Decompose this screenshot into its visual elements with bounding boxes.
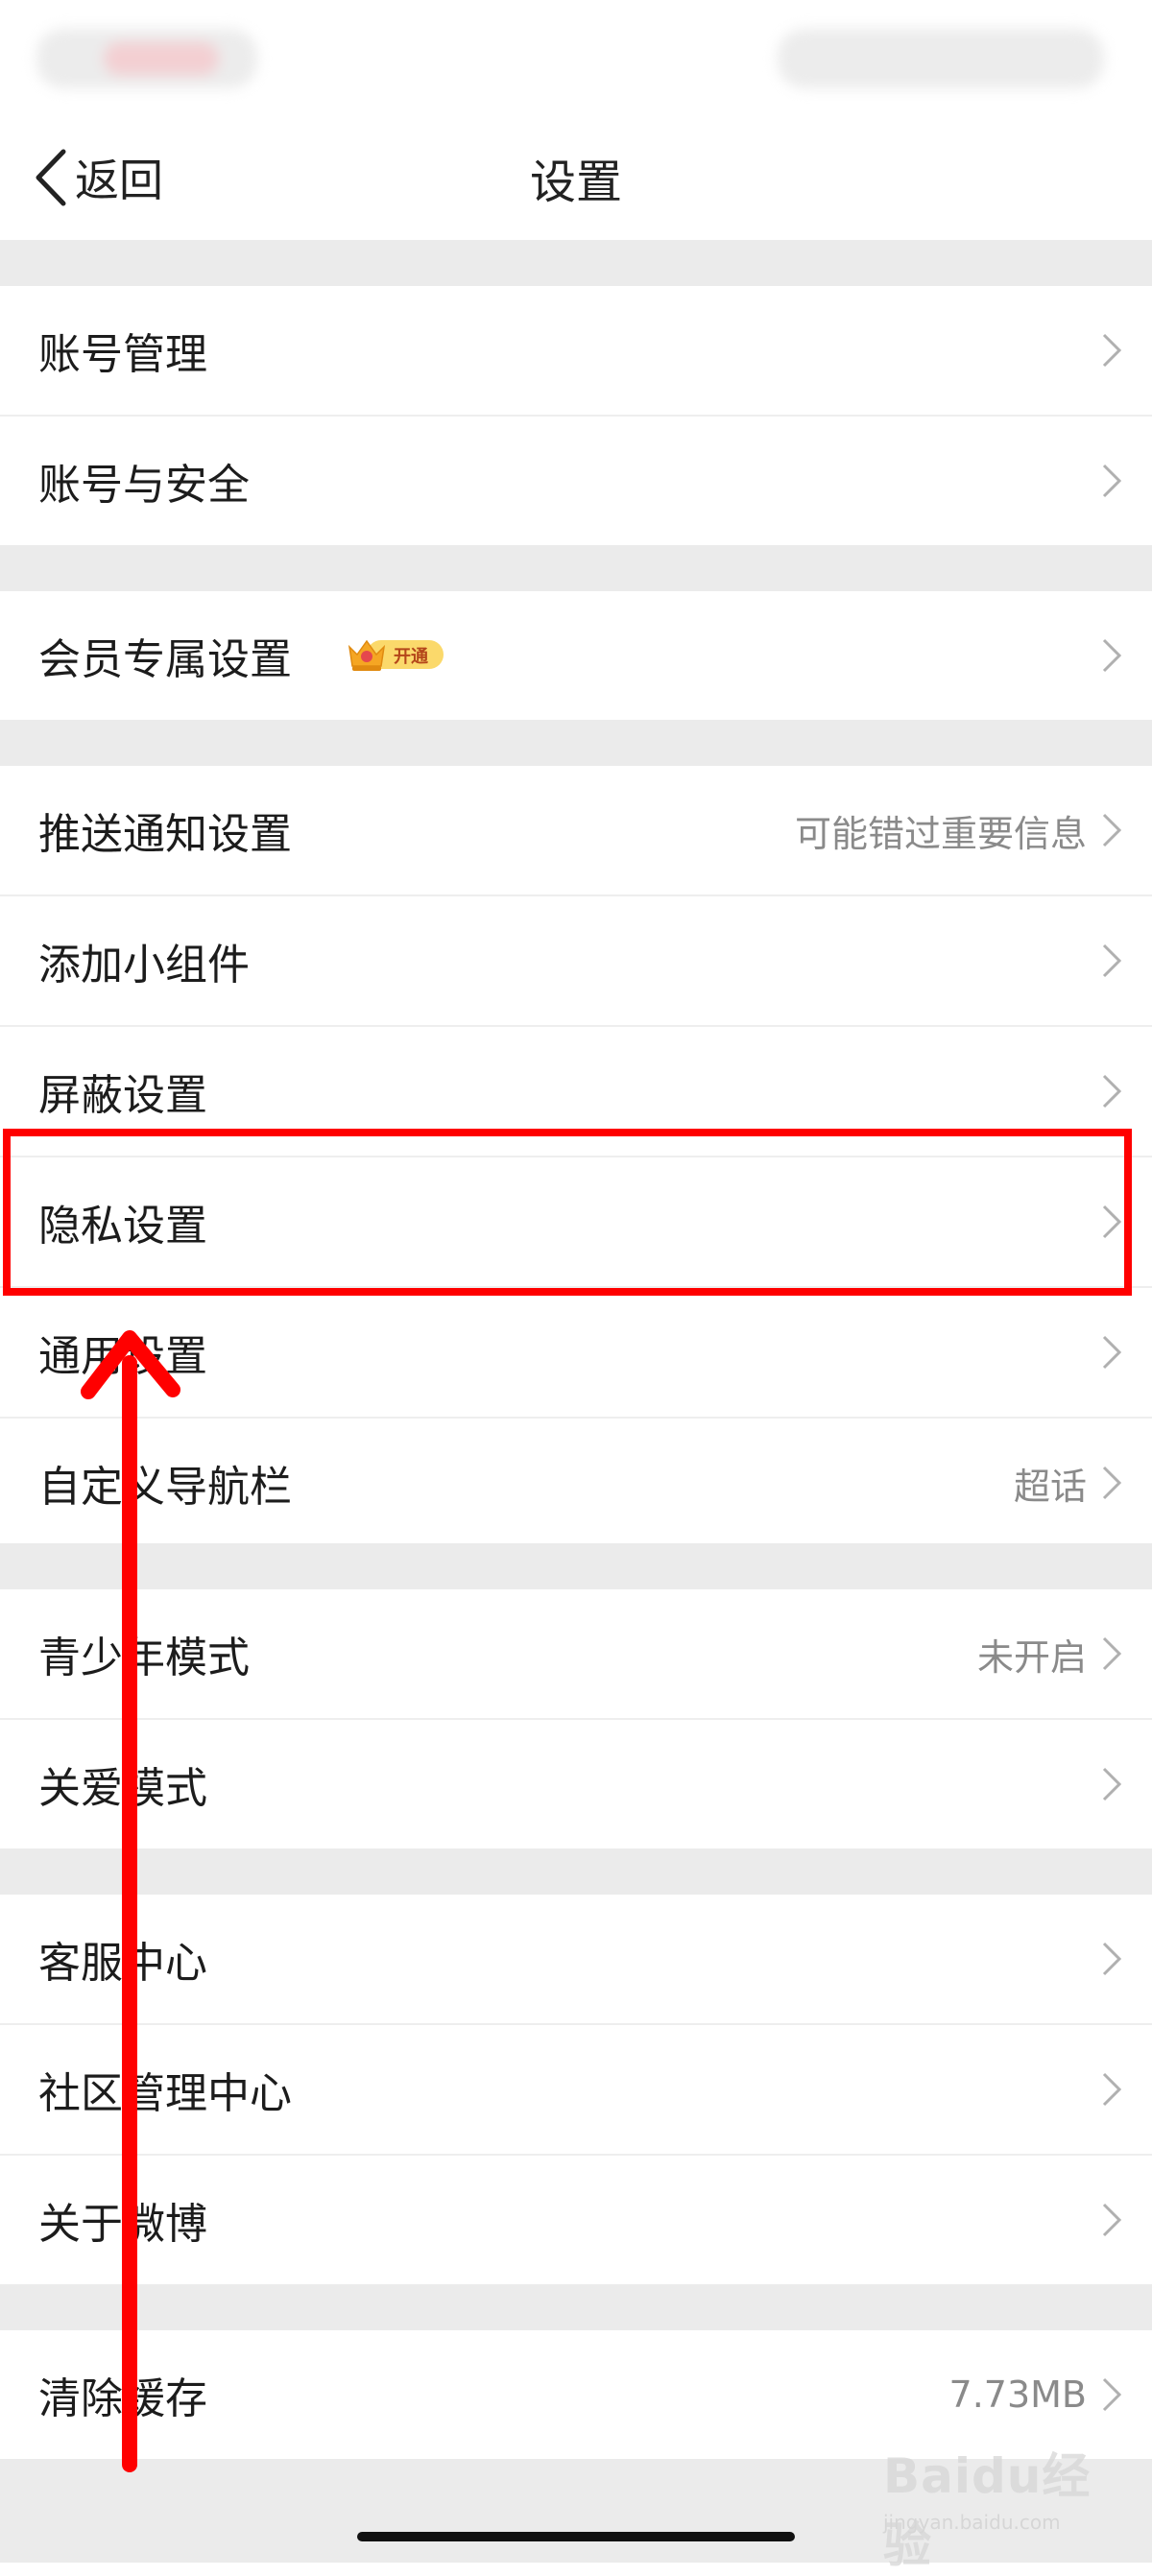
section-vip: 会员专属设置 开通 [0,591,1152,720]
chevron-right-icon [1102,638,1122,673]
settings-row-general[interactable]: 通用设置 [0,1288,1152,1419]
settings-row-account-security[interactable]: 账号与安全 [0,417,1152,545]
watermark: Baidu经验 jingyan.baidu.com [883,2438,1133,2573]
row-label: 会员专属设置 [38,635,292,684]
status-right-blurred [778,29,1104,88]
settings-row-add-widget[interactable]: 添加小组件 [0,896,1152,1027]
highlight-box [3,1129,1132,1296]
row-value: 未开启 [976,1635,1087,1679]
settings-row-custom-navbar[interactable]: 自定义导航栏 超话 [0,1419,1152,1547]
row-label: 社区管理中心 [38,2069,292,2118]
row-label: 清除缓存 [38,2374,207,2423]
chevron-right-icon [1102,1942,1122,1976]
row-value: 超话 [1013,1465,1087,1508]
row-label: 通用设置 [38,1332,207,1381]
status-bar [0,0,1152,115]
section-mode: 青少年模式 未开启 关爱模式 [0,1589,1152,1849]
settings-row-customer-service[interactable]: 客服中心 [0,1895,1152,2025]
chevron-right-icon [1102,1466,1122,1500]
settings-row-community-management[interactable]: 社区管理中心 [0,2025,1152,2156]
section-gap [0,720,1152,766]
row-label: 关爱模式 [38,1764,207,1813]
chevron-right-icon [1102,1767,1122,1801]
chevron-right-icon [1102,1636,1122,1671]
status-left-blurred [36,29,257,88]
chevron-right-icon [1102,1074,1122,1109]
section-help: 客服中心 社区管理中心 关于微博 [0,1895,1152,2284]
row-label: 屏蔽设置 [38,1071,207,1120]
section-gap [0,2284,1152,2330]
chevron-right-icon [1102,813,1122,847]
row-label: 关于微博 [38,2200,207,2249]
home-indicator[interactable] [357,2532,795,2541]
watermark-url: jingyan.baidu.com [883,2511,1061,2534]
settings-row-teen-mode[interactable]: 青少年模式 未开启 [0,1589,1152,1720]
page-title: 设置 [529,155,622,209]
chevron-right-icon [1102,2203,1122,2237]
section-gap [0,545,1152,591]
settings-row-push-notifications[interactable]: 推送通知设置 可能错过重要信息 [0,766,1152,896]
settings-row-account-management[interactable]: 账号管理 [0,286,1152,417]
chevron-right-icon [1102,333,1122,368]
crown-icon [348,639,386,671]
section-gap [0,1543,1152,1589]
chevron-right-icon [1102,943,1122,978]
vip-open-badge[interactable]: 开通 [346,635,445,674]
row-label: 账号与安全 [38,461,250,510]
chevron-right-icon [1102,464,1122,498]
settings-row-vip[interactable]: 会员专属设置 开通 [0,591,1152,720]
row-label: 自定义导航栏 [38,1463,292,1512]
chevron-right-icon [1102,1335,1122,1370]
row-value: 可能错过重要信息 [794,812,1087,855]
settings-row-care-mode[interactable]: 关爱模式 [0,1720,1152,1849]
row-value: 7.73MB [948,2373,1087,2416]
row-label: 客服中心 [38,1939,207,1988]
section-gap [0,1849,1152,1895]
row-label: 推送通知设置 [38,810,292,859]
row-label: 青少年模式 [38,1634,250,1682]
vip-badge-label: 开通 [394,647,428,667]
row-label: 账号管理 [38,330,207,379]
section-gap [0,240,1152,286]
nav-bar: 返回 设置 [0,115,1152,240]
row-label: 添加小组件 [38,941,250,990]
chevron-right-icon [1102,2072,1122,2107]
settings-row-about-weibo[interactable]: 关于微博 [0,2156,1152,2284]
chevron-right-icon [1102,2377,1122,2412]
section-account: 账号管理 账号与安全 [0,286,1152,545]
watermark-logo: Baidu经验 [883,2448,1092,2573]
